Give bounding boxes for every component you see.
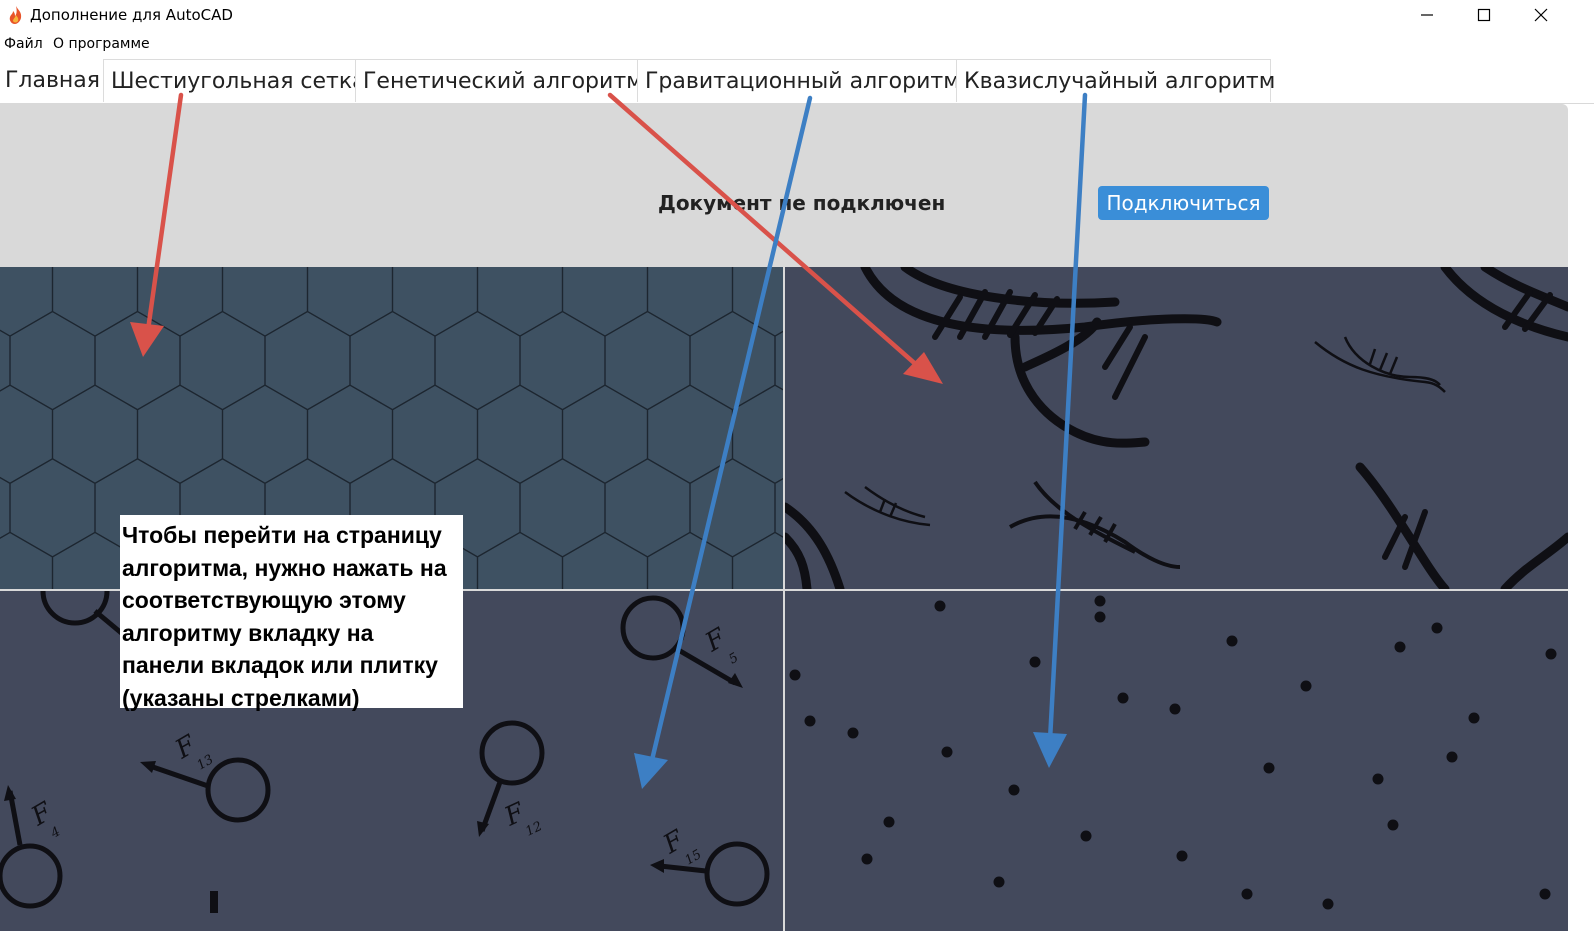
maximize-button[interactable] <box>1455 0 1513 30</box>
dot <box>861 853 873 865</box>
dot <box>1468 712 1480 724</box>
dot <box>1176 850 1188 862</box>
title-bar: Дополнение для AutoCAD <box>0 0 1594 30</box>
dot <box>993 876 1005 888</box>
dot <box>1263 762 1275 774</box>
dot <box>1446 751 1458 763</box>
minimize-button[interactable] <box>1398 0 1456 30</box>
dot <box>1094 595 1106 607</box>
tab-gravitational-algorithm[interactable]: Гравитационный алгоритм <box>637 59 960 102</box>
dot <box>1080 830 1092 842</box>
dot <box>1394 641 1406 653</box>
window-title: Дополнение для AutoCAD <box>30 6 233 24</box>
flame-icon <box>9 6 22 24</box>
tile-genetic-algorithm[interactable] <box>785 267 1568 589</box>
dot <box>1029 656 1041 668</box>
minimize-icon <box>1421 14 1433 16</box>
dot <box>1117 692 1129 704</box>
menu-file[interactable]: Файл <box>4 36 43 52</box>
connection-status: Документ не подключен <box>658 191 946 215</box>
dot <box>941 746 953 758</box>
menu-about[interactable]: О программе <box>53 36 150 52</box>
dot <box>1008 784 1020 796</box>
tile-quasirandom-algorithm[interactable] <box>785 591 1568 931</box>
dot <box>1322 898 1334 910</box>
dot <box>847 727 859 739</box>
dot <box>1539 888 1551 900</box>
dot <box>1387 819 1399 831</box>
dot <box>804 715 816 727</box>
connect-button[interactable]: Подключиться <box>1098 186 1269 220</box>
tab-bar: Главная Шестиугольная сетка Генетический… <box>0 57 1594 104</box>
dot <box>1169 703 1181 715</box>
dot <box>934 600 946 612</box>
dot <box>1241 888 1253 900</box>
tab-genetic-algorithm[interactable]: Генетический алгоритм <box>355 59 643 102</box>
close-icon <box>1534 8 1548 22</box>
dot <box>789 669 801 681</box>
dna-pattern <box>785 267 1568 589</box>
dots-pattern <box>785 591 1568 931</box>
dot <box>1226 635 1238 647</box>
annotation-callout: Чтобы перейти на страницу алгоритма, нуж… <box>120 515 463 711</box>
dot <box>883 816 895 828</box>
dot <box>1431 622 1443 634</box>
close-button[interactable] <box>1512 0 1570 30</box>
dot <box>1094 611 1106 623</box>
menu-bar: Файл О программе <box>0 33 1594 55</box>
maximize-icon <box>1477 8 1491 22</box>
dot <box>1372 773 1384 785</box>
dot <box>1545 648 1557 660</box>
tab-main[interactable]: Главная <box>0 59 103 102</box>
tab-hexagonal-grid[interactable]: Шестиугольная сетка <box>103 59 366 102</box>
dot <box>1300 680 1312 692</box>
tab-quasirandom-algorithm[interactable]: Квазислучайный алгоритм <box>956 59 1275 102</box>
